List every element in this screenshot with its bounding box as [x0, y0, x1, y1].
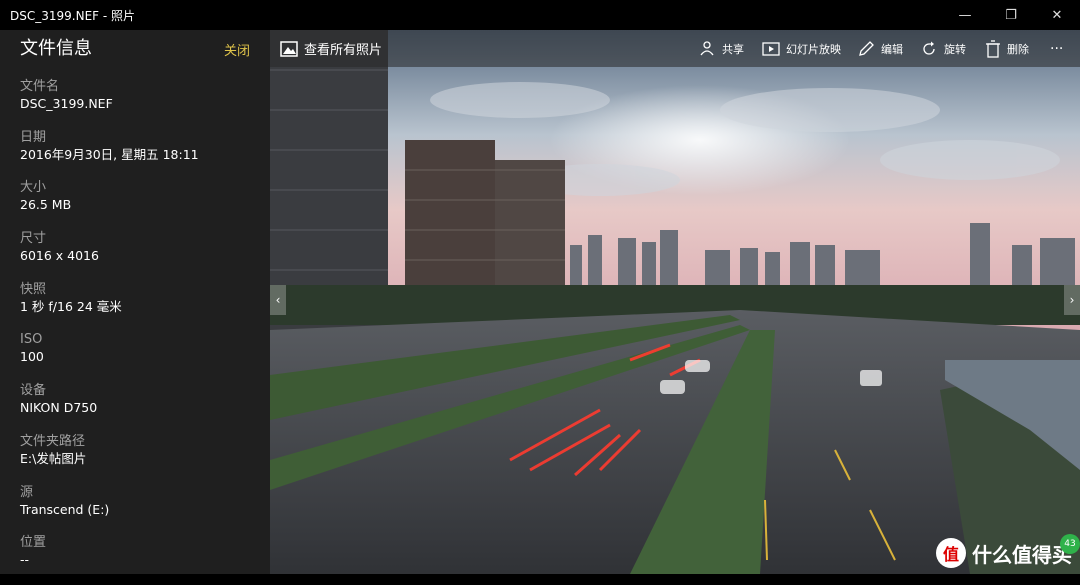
delete-button[interactable]: 删除	[985, 30, 1029, 67]
info-value: 100	[20, 349, 44, 365]
watermark-logo: 值	[936, 538, 966, 568]
rotate-icon	[923, 41, 935, 55]
info-label: 设备	[20, 383, 47, 399]
panel-header: 文件信息 关闭	[20, 34, 255, 64]
view-all-photos-label: 查看所有照片	[304, 43, 383, 58]
window-title: DSC_3199.NEF - 照片	[10, 8, 136, 23]
info-label: 文件名	[20, 79, 60, 94]
slideshow-label: 幻灯片放映	[786, 42, 841, 56]
photo-toolbar: 查看所有照片 共享 幻灯片放映 编辑 旋转 删除 ···	[270, 30, 1080, 67]
slideshow-icon	[762, 41, 780, 56]
info-value: --	[20, 552, 30, 568]
window-controls: — ❐ ✕	[942, 0, 1080, 30]
view-all-photos-button[interactable]: 查看所有照片	[280, 30, 382, 67]
share-button[interactable]: 共享	[698, 30, 744, 67]
info-item-dimensions: 尺寸 6016 x 4016	[20, 230, 260, 281]
info-item-size: 大小 26.5 MB	[20, 179, 260, 230]
maximize-button[interactable]: ❐	[988, 0, 1034, 30]
minimize-button[interactable]: —	[942, 0, 988, 30]
info-label: 源	[20, 484, 34, 500]
info-value: DSC_3199.NEF	[20, 96, 113, 111]
share-label: 共享	[722, 42, 744, 56]
close-window-button[interactable]: ✕	[1034, 0, 1080, 30]
info-item-source: 源 Transcend (E:)	[20, 484, 260, 535]
info-item-device: 设备 NIKON D750	[20, 382, 260, 433]
rotate-label: 旋转	[944, 42, 966, 56]
pencil-icon	[859, 40, 874, 56]
info-label: 快照	[20, 281, 47, 297]
edit-label: 编辑	[881, 42, 903, 56]
slideshow-button[interactable]: 幻灯片放映	[762, 30, 841, 67]
info-item-location: 位置 --	[20, 534, 260, 585]
info-item-filename: 文件名 DSC_3199.NEF	[20, 78, 260, 129]
info-value: 26.5 MB	[20, 197, 72, 213]
photo-viewer: 查看所有照片 共享 幻灯片放映 编辑 旋转 删除 ··· ‹ › 值 什么值得买…	[270, 30, 1080, 574]
info-value: 2016年9月30日, 星期五 18:11	[20, 146, 199, 162]
info-label: 日期	[20, 129, 47, 145]
rotate-button[interactable]: 旋转	[920, 30, 966, 67]
share-icon	[700, 40, 714, 55]
file-info-panel: 文件信息 关闭 文件名 DSC_3199.NEF 日期 2016年9月30日, …	[0, 30, 270, 574]
next-photo-button[interactable]: ›	[1064, 285, 1080, 315]
info-item-snapshot: 快照 1 秒 f/16 24 毫米	[20, 281, 260, 332]
panel-title: 文件信息	[20, 38, 92, 59]
info-value[interactable]: E:\发帖图片	[20, 450, 260, 467]
info-item-date: 日期 2016年9月30日, 星期五 18:11	[20, 129, 260, 180]
info-value: 1 秒 f/16 24 毫米	[20, 298, 122, 314]
info-list: 文件名 DSC_3199.NEF 日期 2016年9月30日, 星期五 18:1…	[20, 78, 260, 585]
info-item-folder-path: 文件夹路径 E:\发帖图片	[20, 433, 260, 484]
info-label: 尺寸	[20, 231, 47, 247]
edit-button[interactable]: 编辑	[857, 30, 903, 67]
previous-photo-button[interactable]: ‹	[270, 285, 286, 315]
title-bar: DSC_3199.NEF - 照片 — ❐ ✕	[0, 0, 1080, 30]
info-label: 文件夹路径	[20, 433, 86, 449]
info-value: 6016 x 4016	[20, 248, 99, 264]
trash-icon	[986, 39, 1000, 58]
photo-image	[270, 30, 1080, 574]
info-value: Transcend (E:)	[20, 501, 110, 517]
info-label: 大小	[20, 180, 47, 196]
watermark-text: 什么值得买	[972, 542, 1072, 567]
more-options-button[interactable]: ···	[1050, 30, 1063, 67]
notification-badge: 43	[1060, 534, 1080, 554]
close-panel-button[interactable]: 关闭	[224, 40, 250, 59]
info-label: 位置	[20, 535, 47, 551]
info-value: NIKON D750	[20, 400, 98, 416]
photo-icon	[280, 40, 298, 57]
watermark: 值 什么值得买	[936, 538, 1072, 568]
info-label: ISO	[20, 332, 43, 348]
info-item-iso: ISO 100	[20, 331, 260, 382]
delete-label: 删除	[1007, 42, 1029, 56]
